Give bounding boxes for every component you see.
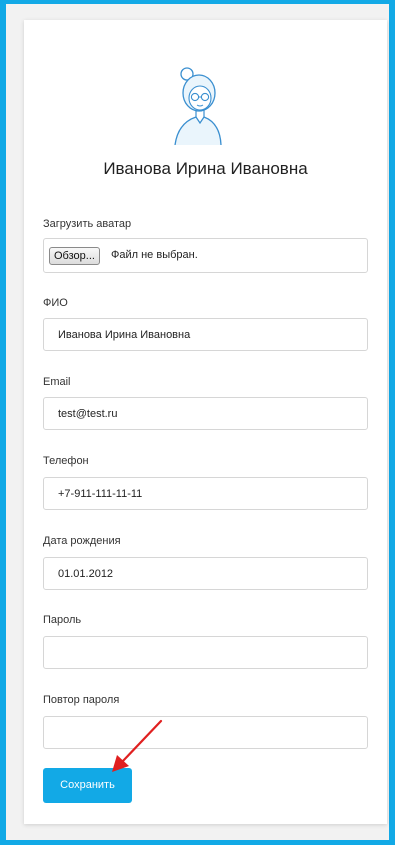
repeat-password-label: Повтор пароля	[43, 694, 120, 706]
file-status-text: Файл не выбран.	[111, 249, 198, 261]
profile-name: Иванова Ирина Ивановна	[103, 159, 308, 178]
browse-button[interactable]: Обзор...	[49, 247, 100, 265]
phone-input[interactable]	[43, 477, 368, 510]
email-input[interactable]	[43, 397, 368, 430]
password-label: Пароль	[43, 614, 82, 626]
red-arrow-annotation-icon	[112, 719, 163, 772]
fio-input[interactable]	[43, 318, 368, 351]
fio-label: ФИО	[43, 297, 68, 309]
birth-date-label: Дата рождения	[43, 535, 121, 547]
avatar-file-input[interactable]: Обзор... Файл не выбран.	[43, 238, 368, 273]
avatar-upload-label: Загрузить аватар	[43, 218, 132, 230]
user-avatar-icon	[174, 67, 222, 145]
birth-date-input[interactable]	[43, 557, 368, 590]
repeat-password-input[interactable]	[43, 716, 368, 749]
email-label: Email	[43, 376, 71, 388]
phone-label: Телефон	[43, 455, 89, 467]
password-input[interactable]	[43, 636, 368, 669]
